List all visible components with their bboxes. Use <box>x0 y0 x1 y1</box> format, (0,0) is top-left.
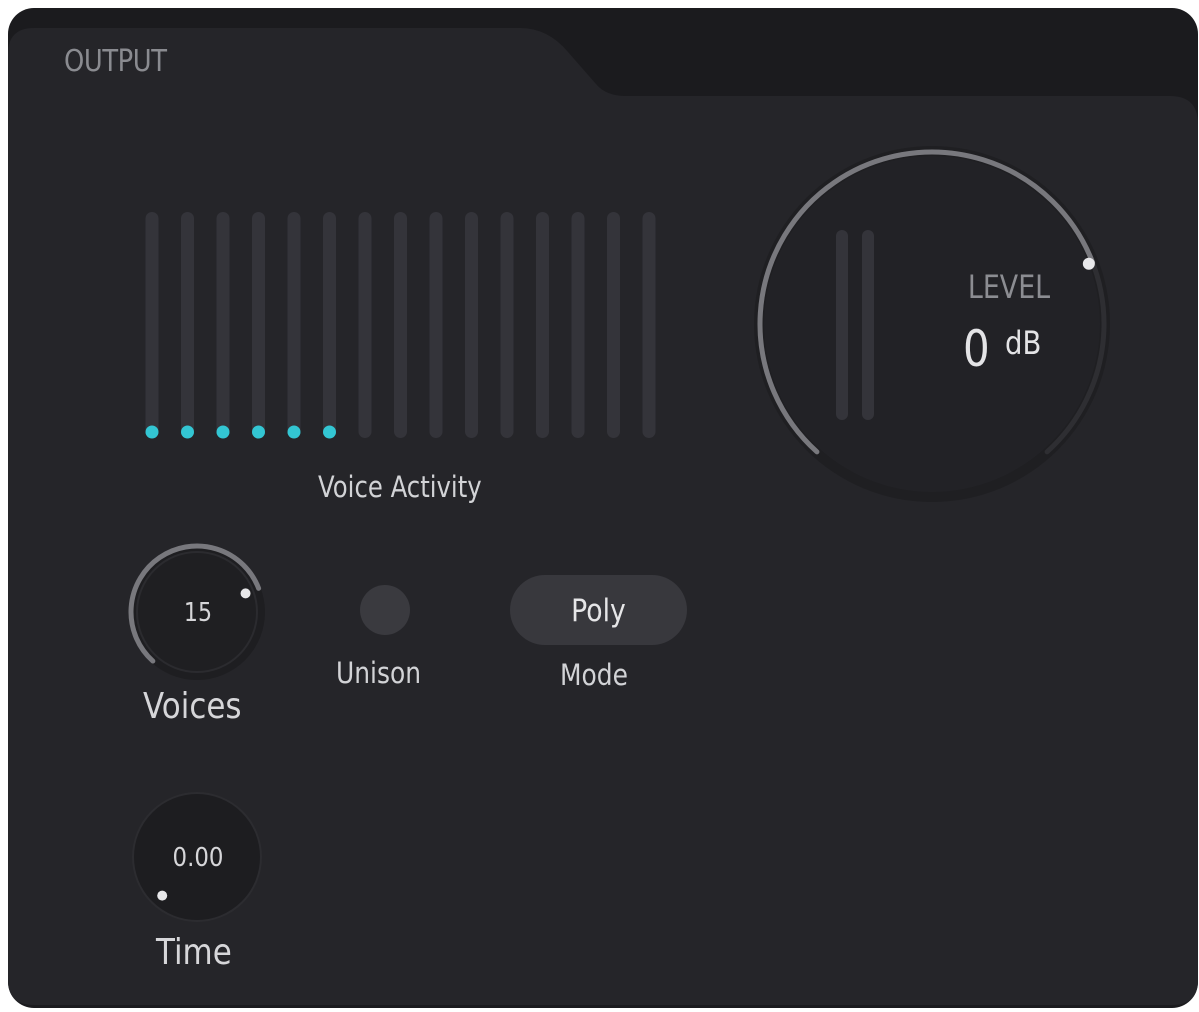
voice-meter-track <box>394 212 407 438</box>
voice-active-dot <box>323 425 336 439</box>
voice-active-dot <box>252 425 265 439</box>
voice-activity-meter <box>145 212 656 439</box>
time-knob-indicator <box>157 890 168 901</box>
level-value: 0 <box>963 320 990 378</box>
voice-meter-track <box>465 212 478 438</box>
level-knob-indicator <box>1082 257 1095 270</box>
voice-active-dot <box>181 425 194 439</box>
voice-meter-track <box>181 212 194 438</box>
voice-meter-track <box>252 212 265 438</box>
voice-meter-track <box>145 212 159 438</box>
voice-meter-track <box>607 212 620 438</box>
level-label: LEVEL <box>967 268 1051 306</box>
level-unit: dB <box>1005 324 1042 362</box>
voice-active-dot <box>287 425 301 439</box>
time-knob-value: 0.00 <box>172 843 224 873</box>
voice-activity-label: Voice Activity <box>318 470 482 504</box>
mode-value: Poly <box>571 593 626 629</box>
voice-meter-track <box>323 212 336 438</box>
section-title: OUTPUT <box>64 44 167 79</box>
mode-label: Mode <box>560 658 628 692</box>
voice-meter-track <box>500 212 514 438</box>
time-label: Time <box>156 932 232 973</box>
voice-meter-track <box>642 212 656 438</box>
voices-label: Voices <box>143 686 242 727</box>
unison-toggle[interactable] <box>360 585 410 635</box>
voices-knob-value: 15 <box>183 598 213 628</box>
voice-meter-track <box>536 212 549 438</box>
voice-meter-track <box>571 212 585 438</box>
level-meter-left <box>836 230 848 420</box>
voice-meter-track <box>429 212 443 438</box>
voice-meter-track <box>216 212 230 438</box>
voice-meter-track <box>358 212 372 438</box>
output-panel: OUTPUT Voice Activity 15 Voices Unison P… <box>0 0 1199 1012</box>
level-knob[interactable] <box>754 146 1110 502</box>
voice-active-dot <box>216 425 230 439</box>
voice-active-dot <box>145 425 159 439</box>
voice-meter-track <box>287 212 301 438</box>
unison-label: Unison <box>336 656 422 690</box>
level-meter-right <box>862 230 874 420</box>
voices-knob-indicator <box>240 588 251 599</box>
mode-selector[interactable]: Poly <box>510 575 687 645</box>
